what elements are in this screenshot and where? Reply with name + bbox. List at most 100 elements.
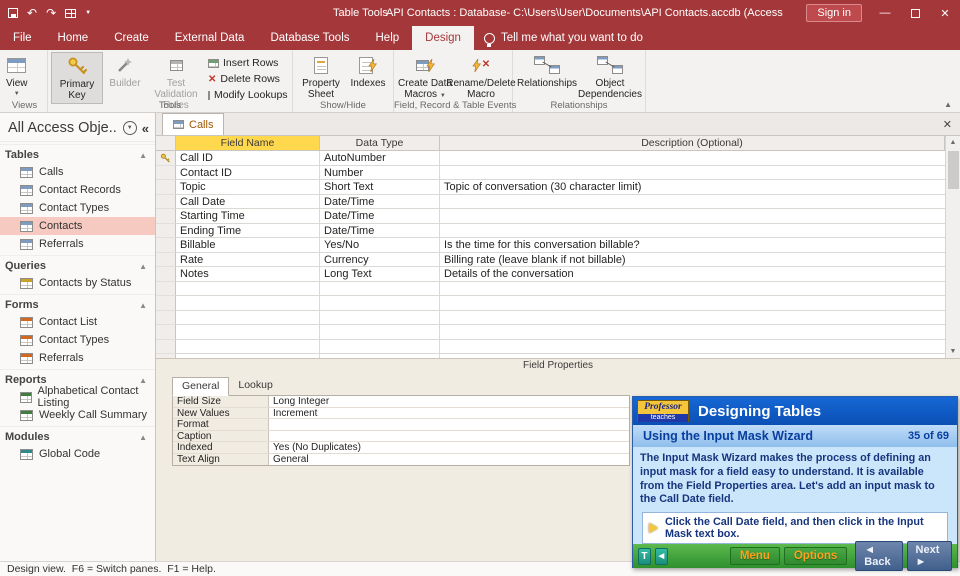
field-name-cell[interactable]: Billable [176,238,320,253]
row-selector[interactable] [156,267,176,282]
save-icon[interactable] [8,8,18,18]
field-name-cell[interactable]: Call Date [176,195,320,210]
data-type-cell[interactable]: Date/Time [320,195,440,210]
close-document-icon[interactable]: ✕ [935,118,960,131]
data-type-cell[interactable]: Short Text [320,180,440,195]
nav-item-contacts-by-status[interactable]: Contacts by Status [0,274,155,292]
data-type-cell[interactable]: Date/Time [320,209,440,224]
description-cell[interactable] [440,340,945,355]
property-value[interactable]: Long Integer [269,396,629,407]
undo-icon[interactable]: ↶ [27,8,37,18]
tab-home[interactable]: Home [45,26,102,50]
nav-item-calls[interactable]: Calls [0,163,155,181]
tab-file[interactable]: File [0,26,45,50]
customize-quick-access-icon[interactable]: ▼ [85,10,91,16]
data-type-cell[interactable]: AutoNumber [320,151,440,166]
relationships-button[interactable]: Relationships [516,52,578,91]
description-cell[interactable] [440,166,945,181]
nav-item-referrals[interactable]: Referrals [0,235,155,253]
property-sheet-button[interactable]: Property Sheet [296,52,346,102]
object-dependencies-button[interactable]: Object Dependencies [578,52,642,102]
description-cell[interactable] [440,224,945,239]
field-name-cell[interactable]: Topic [176,180,320,195]
field-name-cell[interactable] [176,340,320,355]
nav-item-contact-types[interactable]: Contact Types [0,199,155,217]
data-type-cell[interactable]: Number [320,166,440,181]
nav-section-modules[interactable]: Modules▲ [0,426,155,445]
options-button[interactable]: Options [784,547,847,565]
row-selector[interactable] [156,166,176,181]
row-selector[interactable] [156,325,176,340]
nav-section-forms[interactable]: Forms▲ [0,294,155,313]
field-name-cell[interactable]: Notes [176,267,320,282]
data-type-cell[interactable]: Long Text [320,267,440,282]
tab-help[interactable]: Help [363,26,413,50]
sign-in-button[interactable]: Sign in [806,4,862,22]
back-button[interactable]: ◄ Back [855,541,902,571]
tab-create[interactable]: Create [101,26,162,50]
property-value[interactable]: Yes (No Duplicates) [269,442,629,453]
field-name-cell[interactable]: Call ID [176,151,320,166]
nav-item-contact-types-form[interactable]: Contact Types [0,331,155,349]
minimize-button[interactable]: — [870,0,900,26]
nav-item-contact-list[interactable]: Contact List [0,313,155,331]
maximize-button[interactable] [900,0,930,26]
description-cell[interactable] [440,195,945,210]
row-selector[interactable] [156,311,176,326]
redo-icon[interactable]: ↷ [46,8,56,18]
collapse-ribbon-icon[interactable]: ▲ [944,100,952,109]
field-name-header[interactable]: Field Name [176,136,320,151]
nav-section-tables[interactable]: Tables▲ [0,144,155,163]
description-cell[interactable]: Billing rate (leave blank if not billabl… [440,253,945,268]
data-type-cell[interactable] [320,282,440,297]
data-type-header[interactable]: Data Type [320,136,440,151]
data-type-cell[interactable] [320,296,440,311]
data-type-cell[interactable]: Date/Time [320,224,440,239]
property-value[interactable]: General [269,454,629,466]
tab-external-data[interactable]: External Data [162,26,258,50]
data-type-cell[interactable]: Yes/No [320,238,440,253]
row-selector[interactable] [156,151,176,166]
row-selector[interactable] [156,195,176,210]
row-selector[interactable] [156,253,176,268]
description-header[interactable]: Description (Optional) [440,136,945,151]
tab-database-tools[interactable]: Database Tools [257,26,362,50]
field-name-cell[interactable]: Contact ID [176,166,320,181]
row-selector[interactable] [156,224,176,239]
nav-item-referrals-form[interactable]: Referrals [0,349,155,367]
data-type-cell[interactable] [320,325,440,340]
row-selector[interactable] [156,296,176,311]
property-value[interactable]: Increment [269,408,629,419]
nav-item-alphabetical-contact-listing[interactable]: Alphabetical Contact Listing [0,388,155,406]
nav-item-contacts[interactable]: Contacts [0,217,155,235]
tell-me-box[interactable]: Tell me what you want to do [484,26,643,50]
close-button[interactable]: ✕ [930,0,960,26]
scrollbar-thumb[interactable] [948,151,959,189]
description-cell[interactable]: Is the time for this conversation billab… [440,238,945,253]
row-selector[interactable] [156,238,176,253]
field-name-cell[interactable]: Starting Time [176,209,320,224]
tab-design[interactable]: Design [412,26,474,50]
description-cell[interactable]: Topic of conversation (30 character limi… [440,180,945,195]
delete-rows-button[interactable]: ✕ Delete Rows [205,72,289,86]
primary-key-button[interactable]: Primary Key [51,52,103,104]
text-toggle-button[interactable]: T [638,548,651,565]
rename-delete-macro-button[interactable]: ✕ Rename/Delete Macro [453,52,509,102]
builder-button[interactable]: Builder [103,52,147,91]
menu-button[interactable]: Menu [730,547,780,565]
field-name-cell[interactable] [176,296,320,311]
property-value[interactable] [269,431,629,442]
data-type-cell[interactable] [320,311,440,326]
description-cell[interactable] [440,209,945,224]
document-tab-calls[interactable]: Calls [162,113,224,135]
indexes-button[interactable]: Indexes [346,52,390,91]
nav-item-global-code[interactable]: Global Code [0,445,155,463]
row-selector[interactable] [156,209,176,224]
field-name-cell[interactable]: Ending Time [176,224,320,239]
tab-lookup[interactable]: Lookup [229,377,281,395]
tab-general[interactable]: General [172,377,229,396]
data-type-cell[interactable] [320,340,440,355]
description-cell[interactable] [440,325,945,340]
field-name-cell[interactable] [176,311,320,326]
description-cell[interactable] [440,311,945,326]
